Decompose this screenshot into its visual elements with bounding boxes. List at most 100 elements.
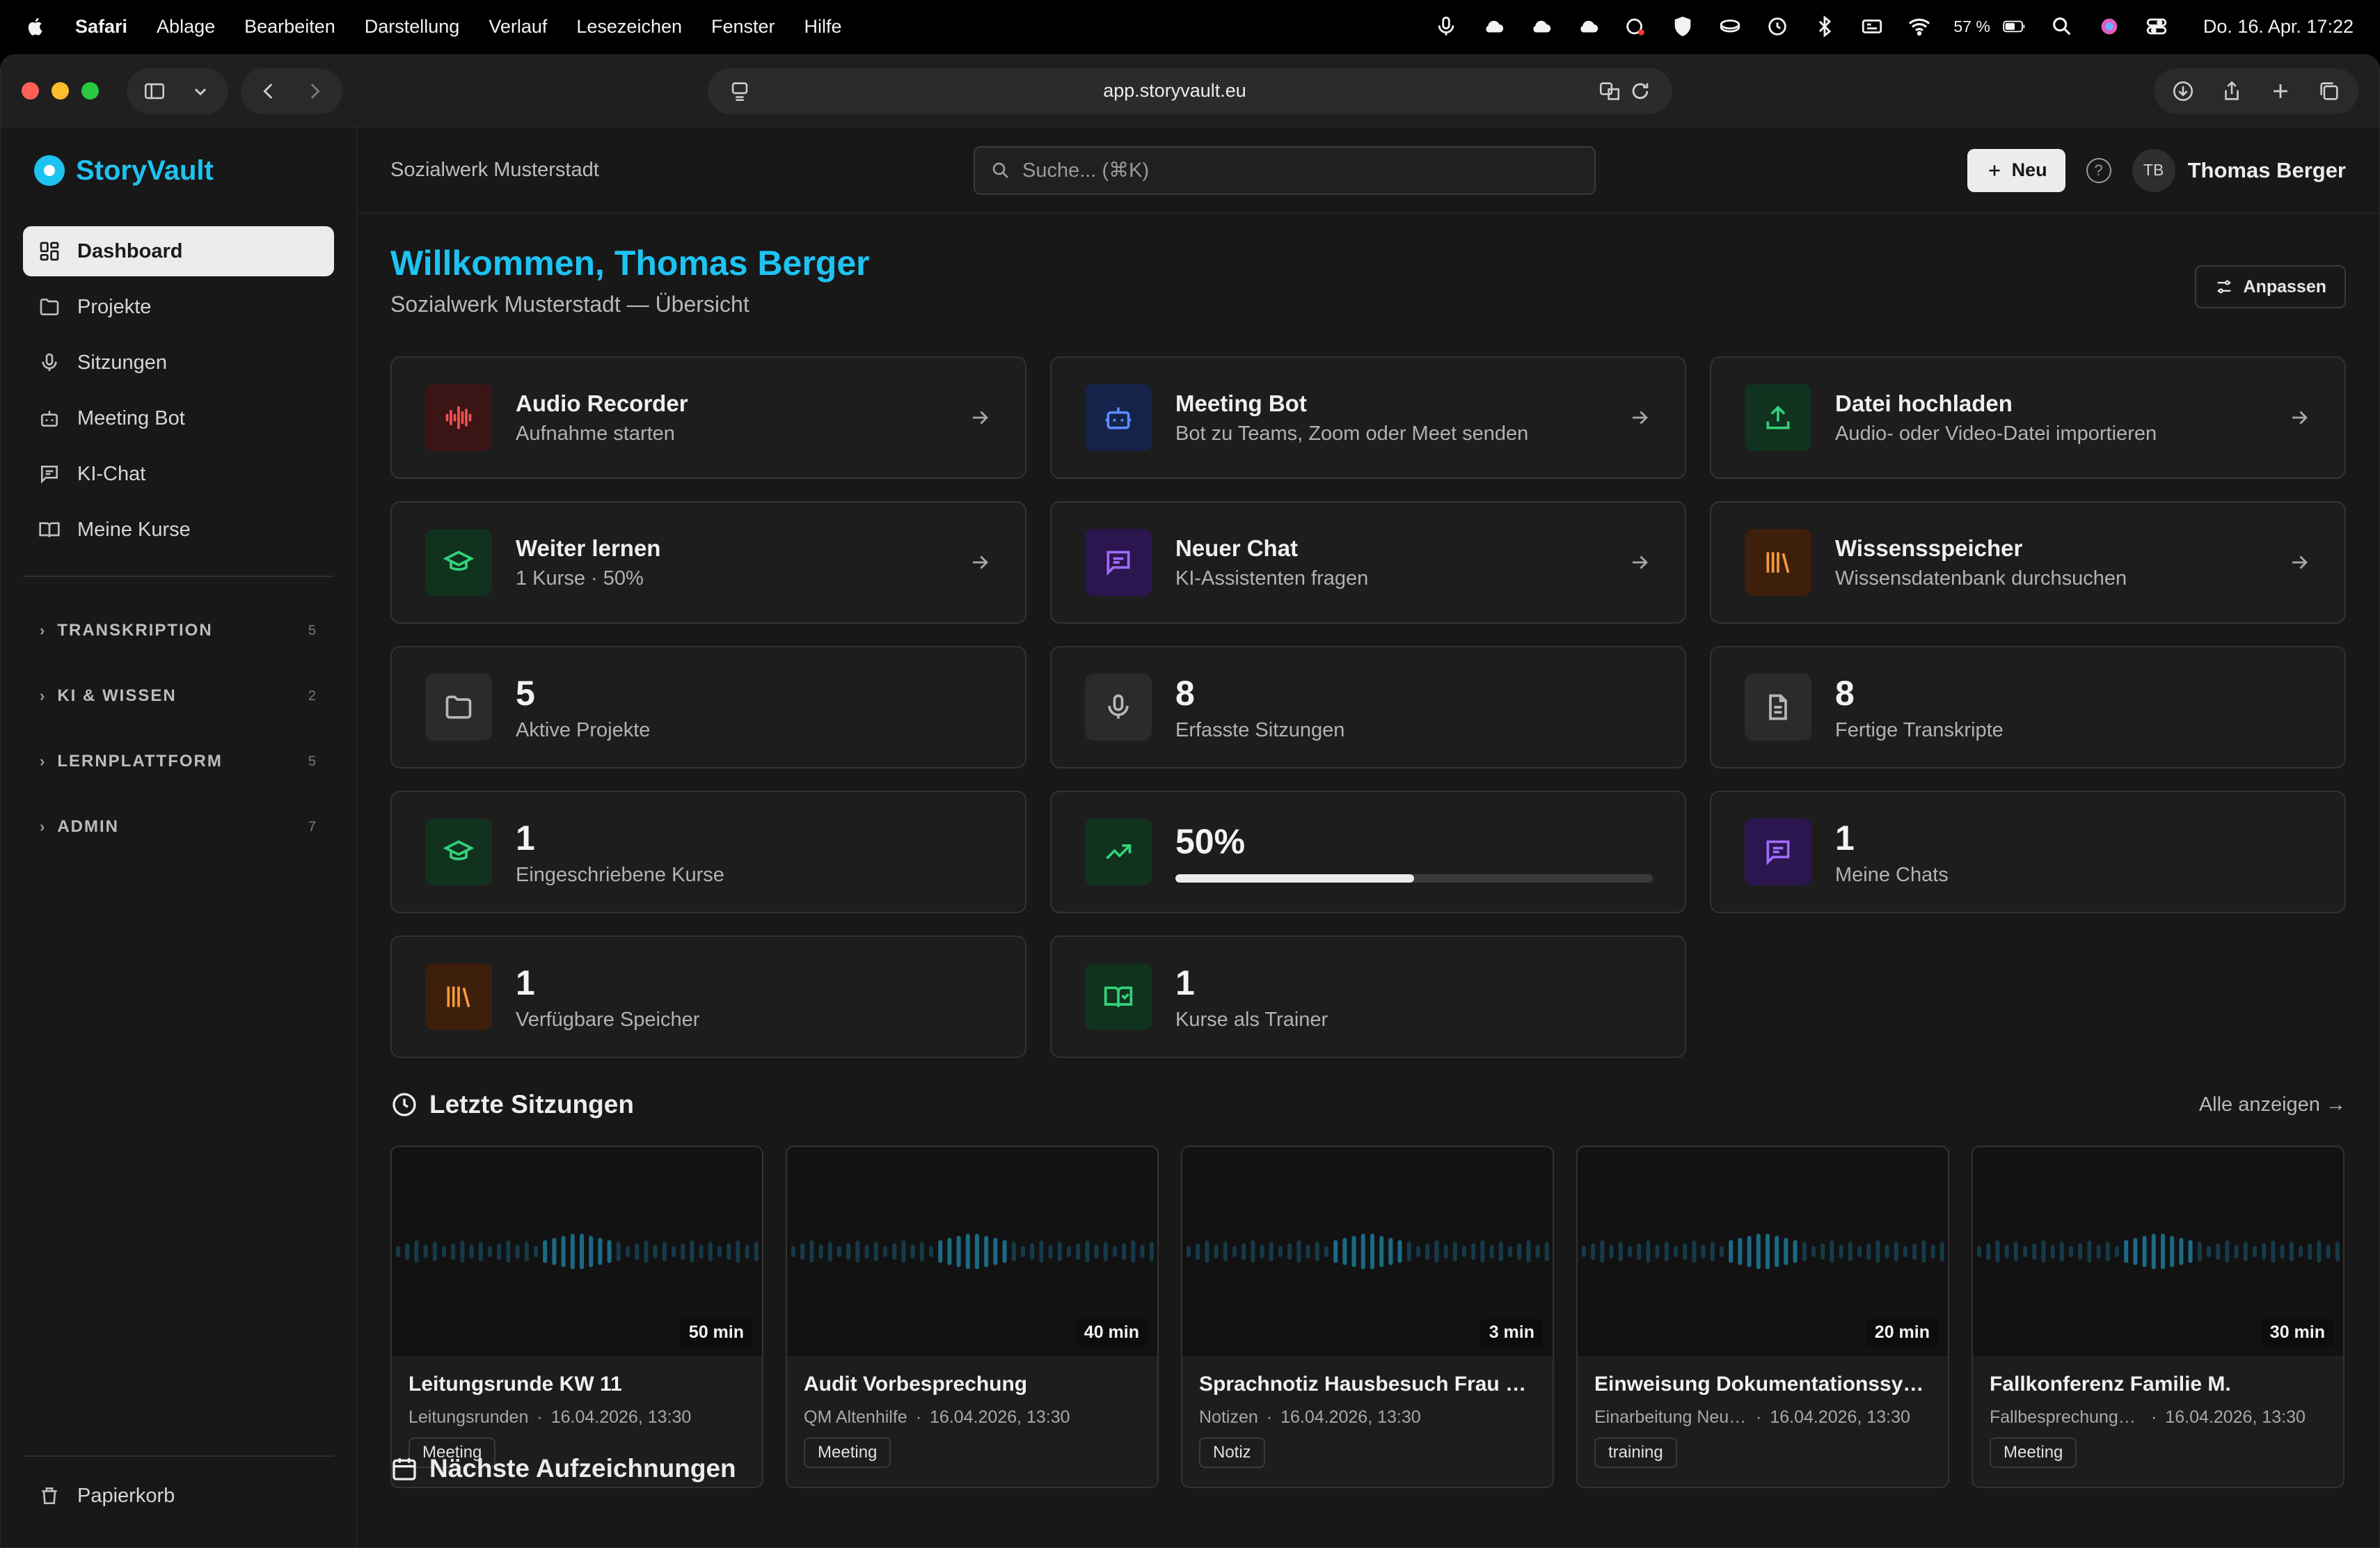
translate-icon[interactable] — [1594, 76, 1625, 106]
sidebar-section-admin[interactable]: › ADMIN 7 — [23, 794, 334, 860]
waveform-bar — [1039, 1240, 1044, 1263]
session-card[interactable]: 3 min Sprachnotiz Hausbesuch Frau Sc... … — [1181, 1146, 1554, 1488]
stat-recorded-sessions[interactable]: 8 Erfasste Sitzungen — [1050, 646, 1686, 768]
session-card[interactable]: 20 min Einweisung Dokumentationssystem E… — [1576, 1146, 1949, 1488]
menu-app-name[interactable]: Safari — [75, 16, 127, 38]
stat-available-stores[interactable]: 1 Verfügbare Speicher — [390, 935, 1026, 1058]
card-desc: Bot zu Teams, Zoom oder Meet senden — [1175, 422, 1529, 445]
waveform-bar — [1251, 1240, 1255, 1263]
stat-my-chats[interactable]: 1 Meine Chats — [1710, 791, 2346, 913]
user-name[interactable]: Thomas Berger — [2188, 158, 2346, 183]
cup-icon[interactable] — [1717, 13, 1743, 40]
apple-icon[interactable] — [26, 15, 47, 38]
folder-icon — [425, 674, 492, 741]
waveform-bar — [1977, 1246, 1981, 1257]
menu-hilfe[interactable]: Hilfe — [804, 16, 842, 38]
sidebar-item-sitzungen[interactable]: Sitzungen — [23, 338, 334, 388]
menu-verlauf[interactable]: Verlauf — [489, 16, 547, 38]
display-icon[interactable] — [1859, 13, 1885, 40]
stat-learning-progress[interactable]: 50% — [1050, 791, 1686, 913]
menu-ablage[interactable]: Ablage — [157, 16, 215, 38]
sidebar-item-papierkorb[interactable]: Papierkorb — [23, 1471, 334, 1521]
waveform-bar — [754, 1242, 759, 1261]
customize-button[interactable]: Anpassen — [2194, 265, 2346, 308]
avatar[interactable]: TB — [2132, 148, 2175, 192]
wifi-icon[interactable] — [1906, 13, 1933, 40]
sidebar-item-ki-chat[interactable]: KI-Chat — [23, 449, 334, 499]
session-project: Fallbesprechungen... — [1990, 1407, 2143, 1427]
stat-finished-transcripts[interactable]: 8 Fertige Transkripte — [1710, 646, 2346, 768]
session-card[interactable]: 40 min Audit Vorbesprechung QM Altenhilf… — [786, 1146, 1159, 1488]
url-text[interactable]: app.storyvault.eu — [755, 80, 1594, 102]
progress-bar — [1175, 874, 1653, 883]
session-card[interactable]: 30 min Fallkonferenz Familie M. Fallbesp… — [1972, 1146, 2345, 1488]
siri-icon[interactable] — [2096, 13, 2123, 40]
minimize-window-button[interactable] — [51, 82, 69, 100]
waveform-bar — [2197, 1242, 2202, 1261]
stat-trainer-courses[interactable]: 1 Kurse als Trainer — [1050, 935, 1686, 1058]
session-card[interactable]: 50 min Leitungsrunde KW 11 Leitungsrunde… — [390, 1146, 763, 1488]
microphone-status-icon[interactable] — [1433, 13, 1459, 40]
menubar-clock[interactable]: Do. 16. Apr. 17:22 — [2203, 16, 2354, 38]
vpn-status-icon[interactable] — [1622, 13, 1649, 40]
sidebar-item-meine-kurse[interactable]: Meine Kurse — [23, 505, 334, 555]
battery-icon[interactable] — [2001, 13, 2028, 40]
search-input[interactable]: Suche... (⌘K) — [974, 145, 1596, 195]
share-icon[interactable] — [2216, 76, 2247, 106]
waveform-bar — [2262, 1243, 2267, 1260]
reload-icon[interactable] — [1625, 76, 1656, 106]
stat-active-projects[interactable]: 5 Aktive Projekte — [390, 646, 1026, 768]
downloads-icon[interactable] — [2168, 76, 2198, 106]
chevron-down-icon[interactable] — [185, 76, 216, 106]
shield-icon[interactable] — [1669, 13, 1696, 40]
tab-overview-icon[interactable] — [2314, 76, 2345, 106]
waveform-bar — [919, 1242, 924, 1261]
sidebar-section-transkription[interactable]: › TRANSKRIPTION 5 — [23, 598, 334, 663]
menu-fenster[interactable]: Fenster — [711, 16, 775, 38]
cloud-upload-icon[interactable] — [1575, 13, 1601, 40]
menu-bearbeiten[interactable]: Bearbeiten — [244, 16, 335, 38]
knowledge-store-card[interactable]: Wissensspeicher Wissensdatenbank durchsu… — [1710, 501, 2346, 624]
cloud-icon[interactable] — [1480, 13, 1507, 40]
library-icon — [1745, 529, 1811, 596]
new-chat-card[interactable]: Neuer Chat KI-Assistenten fragen — [1050, 501, 1686, 624]
meeting-bot-card[interactable]: Meeting Bot Bot zu Teams, Zoom oder Meet… — [1050, 356, 1686, 479]
page-menu-icon[interactable] — [724, 76, 755, 106]
new-button[interactable]: Neu — [1967, 148, 2065, 192]
spotlight-search-icon[interactable] — [2049, 13, 2075, 40]
sidebar-section-lernplattform[interactable]: › LERNPLATTFORM 5 — [23, 729, 334, 794]
file-upload-card[interactable]: Datei hochladen Audio- oder Video-Datei … — [1710, 356, 2346, 479]
waveform-bar — [1076, 1243, 1081, 1260]
audio-recorder-card[interactable]: Audio Recorder Aufnahme starten — [390, 356, 1026, 479]
stat-value: 8 — [1835, 673, 1855, 713]
brand[interactable]: StoryVault — [23, 127, 334, 214]
bluetooth-icon[interactable] — [1811, 13, 1838, 40]
time-machine-icon[interactable] — [1764, 13, 1791, 40]
continue-learning-card[interactable]: Weiter lernen 1 Kurse · 50% — [390, 501, 1026, 624]
section-count: 5 — [308, 753, 317, 769]
sidebar-section-ki-wissen[interactable]: › KI & WISSEN 2 — [23, 663, 334, 729]
duration-badge: 40 min — [1075, 1318, 1148, 1347]
forward-icon[interactable] — [299, 76, 330, 106]
help-icon[interactable]: ? — [2086, 157, 2111, 183]
sidebar-toggle-icon[interactable] — [139, 76, 170, 106]
zoom-window-button[interactable] — [81, 82, 99, 100]
see-all-link[interactable]: Alle anzeigen → — [2199, 1093, 2346, 1116]
cloud-sync-icon[interactable] — [1528, 13, 1554, 40]
stat-label: Meine Chats — [1835, 863, 1949, 886]
waveform-bar — [1848, 1242, 1853, 1261]
control-center-icon[interactable] — [2143, 13, 2170, 40]
close-window-button[interactable] — [22, 82, 39, 100]
waveform-bar — [2078, 1243, 2083, 1260]
sidebar-item-dashboard[interactable]: Dashboard — [23, 226, 334, 276]
waveform-bar — [2124, 1240, 2129, 1263]
sidebar-item-meeting-bot[interactable]: Meeting Bot — [23, 393, 334, 443]
new-tab-icon[interactable] — [2265, 76, 2296, 106]
address-bar[interactable]: app.storyvault.eu — [708, 68, 1672, 114]
sidebar-item-projekte[interactable]: Projekte — [23, 282, 334, 332]
menu-darstellung[interactable]: Darstellung — [365, 16, 460, 38]
menu-lesezeichen[interactable]: Lesezeichen — [576, 16, 682, 38]
stat-enrolled-courses[interactable]: 1 Eingeschriebene Kurse — [390, 791, 1026, 913]
waveform-bar — [2335, 1242, 2340, 1261]
back-icon[interactable] — [253, 76, 284, 106]
